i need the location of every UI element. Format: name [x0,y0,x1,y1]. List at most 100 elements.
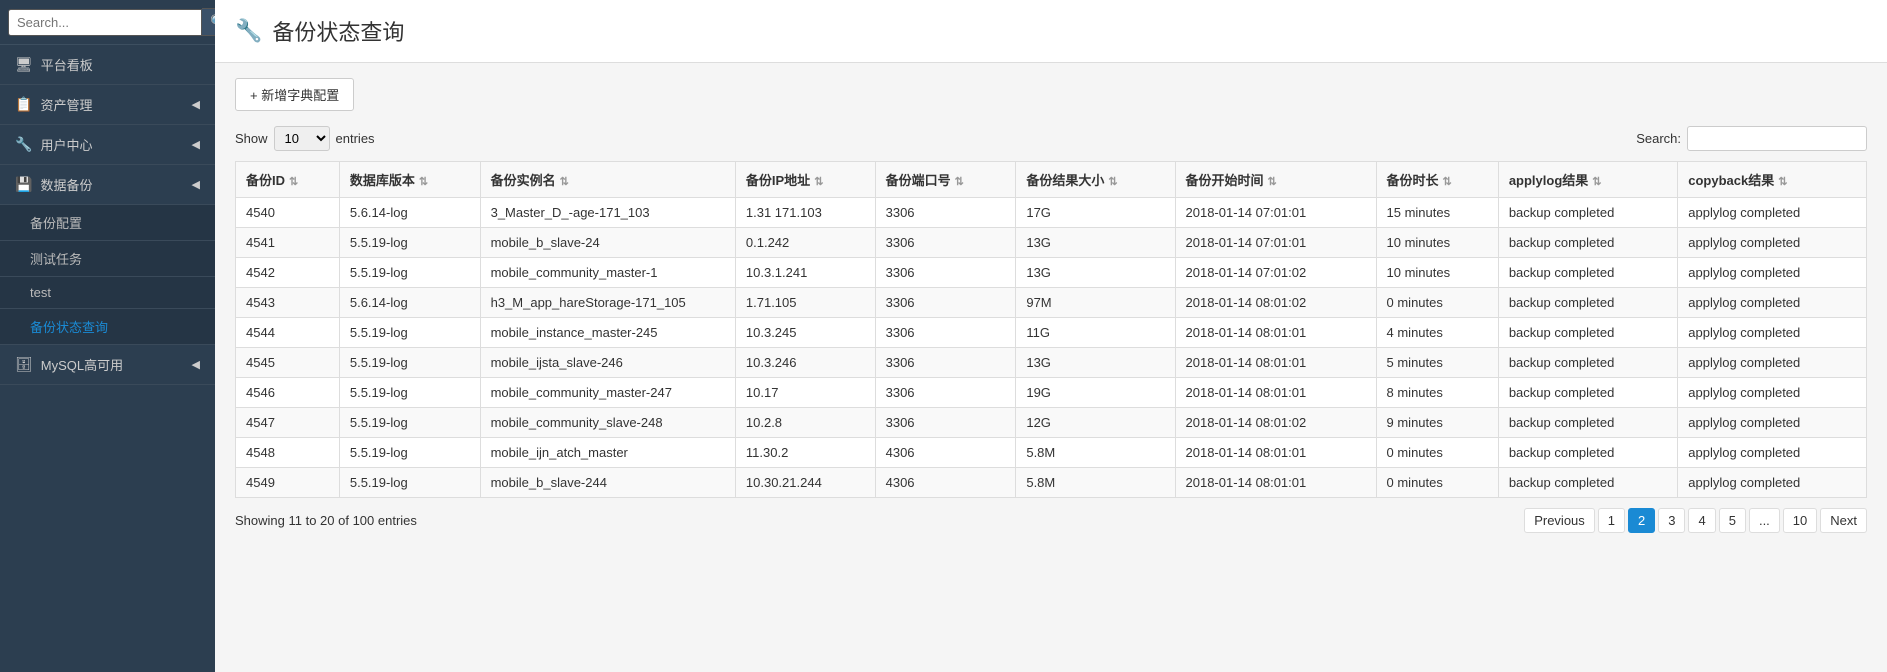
cell-backup_size: 17G [1016,198,1175,228]
cell-db_version: 5.5.19-log [339,228,480,258]
cell-backup_id: 4541 [236,228,340,258]
cell-backup_id: 4540 [236,198,340,228]
sidebar-item-backup-status[interactable]: 备份状态查询 [0,309,215,345]
showing-text: Showing 11 to 20 of 100 entries [235,513,417,528]
cell-applylog: backup completed [1498,348,1677,378]
page-2-button[interactable]: 2 [1628,508,1655,533]
table-row: 45405.6.14-log3_Master_D_-age-171_1031.3… [236,198,1867,228]
cell-start_time: 2018-01-14 07:01:01 [1175,198,1376,228]
page-3-button[interactable]: 3 [1658,508,1685,533]
add-config-button[interactable]: + 新增字典配置 [235,78,354,111]
col-backup-port[interactable]: 备份端口号⇅ [875,162,1016,198]
col-db-version[interactable]: 数据库版本⇅ [339,162,480,198]
sidebar-item-platform[interactable]: 🖥 平台看板 [0,45,215,85]
sidebar-item-backup-config[interactable]: 备份配置 [0,205,215,241]
cell-copyback: applylog completed [1678,408,1867,438]
table-search-input[interactable] [1687,126,1867,151]
cell-start_time: 2018-01-14 08:01:01 [1175,438,1376,468]
cell-start_time: 2018-01-14 08:01:01 [1175,318,1376,348]
col-backup-id[interactable]: 备份ID⇅ [236,162,340,198]
sidebar-item-backup[interactable]: 💾 数据备份 ◀ [0,165,215,205]
cell-db_version: 5.5.19-log [339,438,480,468]
cell-copyback: applylog completed [1678,378,1867,408]
sidebar-item-backup-test[interactable]: 测试任务 [0,241,215,277]
sidebar-item-test[interactable]: test [0,277,215,309]
page-10-button[interactable]: 10 [1783,508,1817,533]
cell-copyback: applylog completed [1678,288,1867,318]
page-5-button[interactable]: 5 [1719,508,1746,533]
cell-backup_size: 5.8M [1016,438,1175,468]
table-row: 45475.5.19-logmobile_community_slave-248… [236,408,1867,438]
sidebar-item-mysql[interactable]: 🗄 MySQL高可用 ◀ [0,345,215,385]
cell-applylog: backup completed [1498,288,1677,318]
cell-backup_id: 4545 [236,348,340,378]
col-backup-ip[interactable]: 备份IP地址⇅ [735,162,875,198]
col-instance-name[interactable]: 备份实例名⇅ [480,162,735,198]
platform-icon: 🖥 [15,56,33,73]
cell-duration: 4 minutes [1376,318,1498,348]
cell-backup_size: 5.8M [1016,468,1175,498]
col-start-time[interactable]: 备份开始时间⇅ [1175,162,1376,198]
sidebar-item-users[interactable]: 🔧 用户中心 ◀ [0,125,215,165]
col-applylog[interactable]: applylog结果⇅ [1498,162,1677,198]
table-row: 45465.5.19-logmobile_community_master-24… [236,378,1867,408]
cell-backup_size: 97M [1016,288,1175,318]
page-1-button[interactable]: 1 [1598,508,1625,533]
cell-copyback: applylog completed [1678,468,1867,498]
col-backup-size[interactable]: 备份结果大小⇅ [1016,162,1175,198]
cell-backup_id: 4546 [236,378,340,408]
cell-backup_size: 12G [1016,408,1175,438]
sidebar-search-button[interactable]: 🔍 [202,8,215,36]
col-duration[interactable]: 备份时长⇅ [1376,162,1498,198]
sidebar-search-input[interactable] [8,9,202,36]
col-copyback[interactable]: copyback结果⇅ [1678,162,1867,198]
cell-backup_ip: 10.3.1.241 [735,258,875,288]
cell-duration: 15 minutes [1376,198,1498,228]
show-entries-control: Show 10 25 50 100 entries [235,126,375,151]
table-footer: Showing 11 to 20 of 100 entries Previous… [235,508,1867,533]
cell-backup_ip: 10.3.246 [735,348,875,378]
cell-backup_size: 19G [1016,378,1175,408]
cell-start_time: 2018-01-14 07:01:02 [1175,258,1376,288]
main-content: 🔧 备份状态查询 + 新增字典配置 Show 10 25 50 100 entr… [215,0,1887,672]
cell-backup_ip: 10.3.245 [735,318,875,348]
table-search-control: Search: [1636,126,1867,151]
page-4-button[interactable]: 4 [1688,508,1715,533]
cell-duration: 10 minutes [1376,258,1498,288]
chevron-down-icon: ◀ [192,178,200,191]
cell-start_time: 2018-01-14 08:01:01 [1175,378,1376,408]
wrench-icon: 🔧 [235,18,262,44]
mysql-icon: 🗄 [15,356,33,373]
sidebar-item-assets[interactable]: 📋 资产管理 ◀ [0,85,215,125]
cell-backup_port: 3306 [875,348,1016,378]
cell-applylog: backup completed [1498,468,1677,498]
cell-backup_port: 4306 [875,438,1016,468]
entries-select[interactable]: 10 25 50 100 [274,126,330,151]
cell-start_time: 2018-01-14 08:01:01 [1175,468,1376,498]
cell-duration: 10 minutes [1376,228,1498,258]
cell-start_time: 2018-01-14 08:01:02 [1175,408,1376,438]
cell-applylog: backup completed [1498,318,1677,348]
cell-backup_id: 4549 [236,468,340,498]
cell-instance_name: mobile_ijn_atch_master [480,438,735,468]
previous-button[interactable]: Previous [1524,508,1595,533]
cell-backup_id: 4548 [236,438,340,468]
cell-copyback: applylog completed [1678,198,1867,228]
cell-duration: 5 minutes [1376,348,1498,378]
next-button[interactable]: Next [1820,508,1867,533]
chevron-right-icon: ◀ [192,358,200,371]
cell-backup_port: 3306 [875,228,1016,258]
cell-backup_ip: 0.1.242 [735,228,875,258]
sidebar-sub-label: 备份状态查询 [30,317,108,336]
cell-applylog: backup completed [1498,408,1677,438]
cell-db_version: 5.6.14-log [339,288,480,318]
users-icon: 🔧 [15,136,32,153]
cell-backup_port: 3306 [875,288,1016,318]
page-title: 备份状态查询 [272,15,404,47]
backup-icon: 💾 [15,176,32,193]
cell-backup_port: 4306 [875,468,1016,498]
table-controls: Show 10 25 50 100 entries Search: [235,126,1867,151]
cell-copyback: applylog completed [1678,348,1867,378]
sidebar-sub-label: test [30,285,51,300]
show-label: Show [235,131,268,146]
